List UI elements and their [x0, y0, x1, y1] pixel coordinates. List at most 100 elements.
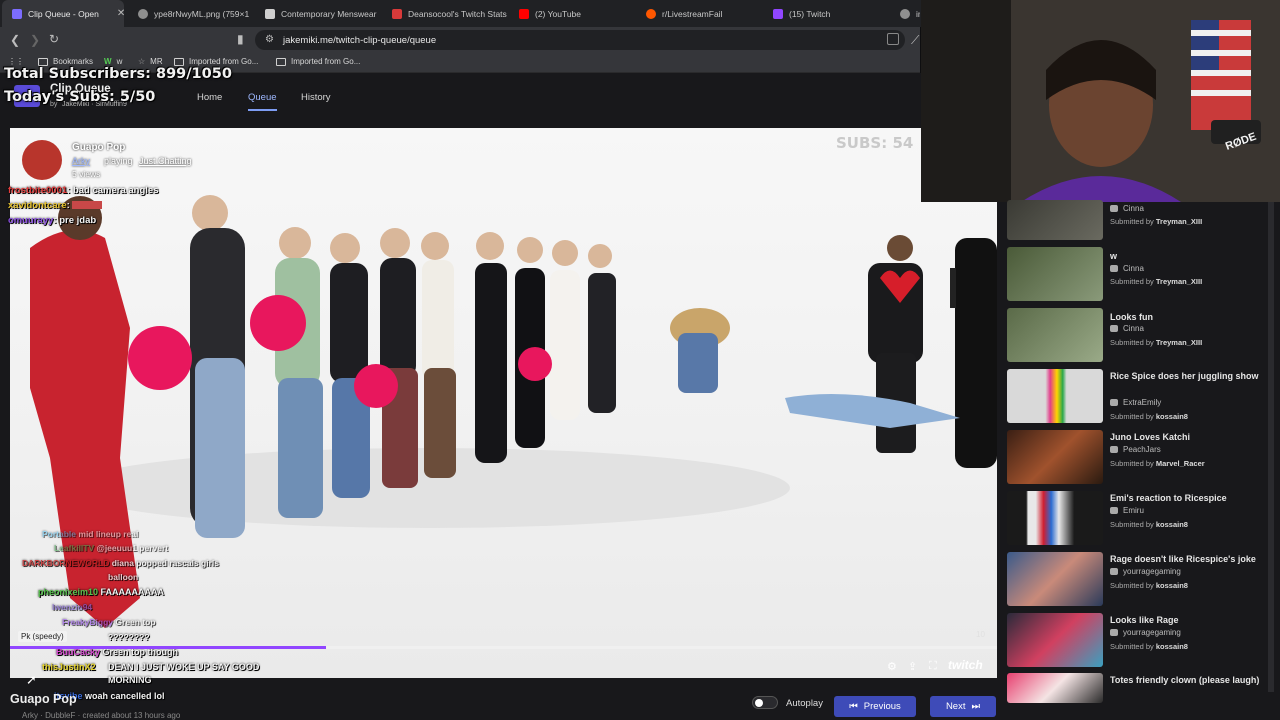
tab-label: (2) YouTube: [535, 8, 581, 19]
clip-category[interactable]: Just Chatting: [139, 156, 192, 166]
queue-item[interactable]: Emi's reaction to Ricespice Emiru Submit…: [1007, 491, 1272, 547]
chat-bubble-icon: [1110, 399, 1118, 406]
queue-item[interactable]: Looks like Rage yourragegaming Submitted…: [1007, 613, 1272, 669]
mr-favicon-icon: ☆: [138, 57, 146, 66]
queue-item-title: Emi's reaction to Ricespice: [1110, 493, 1227, 503]
bookmark-label: Imported from Go...: [189, 57, 259, 66]
bookmark-w[interactable]: W w: [104, 57, 122, 66]
queue-item[interactable]: Rage doesn't like Ricespice's joke yourr…: [1007, 552, 1272, 608]
queue-item-title: Rage doesn't like Ricespice's joke: [1110, 554, 1256, 564]
tab-menswear[interactable]: Contemporary Menswear: [255, 0, 382, 27]
bookmark-mr[interactable]: ☆ MR: [138, 57, 163, 66]
apps-icon[interactable]: ⋮⋮: [8, 57, 24, 66]
todays-subs-overlay: Today's Subs: 5/50: [4, 89, 156, 105]
clip-thumbnail: [1007, 613, 1103, 667]
queue-item[interactable]: w Cinna Submitted by Treyman_XIII: [1007, 247, 1272, 303]
next-button[interactable]: Next ⏭: [930, 696, 996, 717]
queue-item-title: Looks like Rage: [1110, 615, 1179, 625]
queue-item[interactable]: Rice Spice does her juggling show ExtraE…: [1007, 369, 1272, 425]
extension-icon[interactable]: [887, 33, 899, 45]
reload-icon[interactable]: ↻: [49, 32, 59, 46]
queue-item[interactable]: Juno Loves Katchi PeachJars Submitted by…: [1007, 430, 1272, 486]
clip-thumbnail: [1007, 491, 1103, 545]
folder-icon: [276, 57, 286, 66]
bookmark-imported-1[interactable]: Imported from Go...: [174, 57, 258, 66]
back-arrow-icon[interactable]: ❮: [10, 33, 20, 47]
queue-item[interactable]: Totes friendly clown (please laugh): [1007, 673, 1272, 703]
menu-icon[interactable]: ⟋: [911, 33, 919, 48]
clip-footer-meta: Arky · DubbleF · created about 13 hours …: [22, 711, 181, 720]
chat-username: Portable: [42, 529, 77, 539]
chat-username: pheonixeim10: [38, 587, 99, 597]
nav-queue[interactable]: Queue: [248, 92, 277, 111]
queue-item-title: Looks fun: [1110, 312, 1153, 322]
share-icon[interactable]: ⇪: [908, 660, 917, 673]
globe-icon: [138, 8, 148, 19]
tab-youtube[interactable]: (2) YouTube: [509, 0, 636, 27]
previous-button[interactable]: ⏮ Previous: [834, 696, 916, 717]
chat-username: DARKBORNEWORLD: [22, 558, 110, 568]
chat-text: pre jdab: [59, 215, 97, 226]
clip-thumbnail: [1007, 369, 1103, 423]
bookmark-label: Bookmarks: [53, 57, 94, 66]
video-progress-track[interactable]: [10, 646, 997, 649]
chat-message: LeafkillTV @jeeuuu1 pervert: [8, 542, 168, 555]
tab-image[interactable]: ype8rNwyML.png (759×1: [128, 0, 255, 27]
twitch-logo[interactable]: twitch: [948, 658, 983, 672]
tab-twitch[interactable]: (15) Twitch: [763, 0, 890, 27]
chat-text: ????????: [108, 632, 150, 642]
queue-item-submitter: Submitted by Treyman_XIII: [1110, 277, 1203, 286]
chat-bubble-icon: [1110, 265, 1118, 272]
clip-views: 5 views: [72, 169, 101, 179]
chat-bubble-icon: [1110, 325, 1118, 332]
chat-message: Portable mid lineup real: [8, 528, 138, 541]
tab-reddit[interactable]: r/LivestreamFail: [636, 0, 763, 27]
clip-thumbnail: [1007, 673, 1103, 703]
chat-message: thisJustinX2 DEAN I JUST WOKE UP SAY GOO…: [8, 661, 308, 685]
address-bar[interactable]: ⚙ jakemiki.me/twitch-clip-queue/queue: [255, 30, 905, 50]
queue-item-channel: yourragegaming: [1110, 567, 1181, 576]
chat-bubble-icon: [1110, 507, 1118, 514]
autoplay-toggle[interactable]: [752, 696, 778, 709]
chat-message: FreakyBiggy Green top: [8, 616, 156, 629]
bookmark-folder[interactable]: Bookmarks: [38, 57, 93, 66]
queue-item-channel: PeachJars: [1110, 445, 1161, 454]
queue-item-submitter: Submitted by kossain8: [1110, 642, 1188, 651]
bookmark-imported-2[interactable]: Imported from Go...: [276, 57, 360, 66]
clip-channel-name[interactable]: Guapo Pop: [72, 142, 125, 153]
queue-item-submitter: Submitted by kossain8: [1110, 520, 1188, 529]
close-tab-icon[interactable]: ✕: [117, 8, 124, 19]
skip-forward-icon: ⏭: [971, 701, 981, 712]
youtube-icon: [519, 8, 529, 19]
site-info-icon[interactable]: ⚙: [265, 34, 274, 45]
channel-avatar[interactable]: [22, 140, 62, 180]
chat-text: @jeeuuu1 pervert: [96, 543, 169, 553]
chat-text: balloon: [108, 572, 139, 582]
tab-clip-queue[interactable]: Clip Queue - Open ✕: [2, 0, 124, 27]
tab-label: Clip Queue - Open: [28, 8, 99, 19]
nav-history[interactable]: History: [301, 92, 331, 103]
toggle-knob: [755, 699, 763, 707]
tab-label: im: [916, 8, 920, 19]
fullscreen-icon[interactable]: ⛶: [929, 660, 937, 673]
nav-home[interactable]: Home: [197, 92, 222, 103]
next-label: Next: [945, 701, 966, 712]
skip-back-icon: ⏮: [849, 701, 858, 712]
queue-item-channel: ExtraEmily: [1110, 398, 1161, 407]
tab-twitch-stats[interactable]: Deansocool's Twitch Stats: [382, 0, 509, 27]
forward-arrow-icon[interactable]: ❯: [30, 33, 40, 47]
emote-icon: [72, 201, 103, 210]
site-favicon-icon: [265, 8, 275, 19]
queue-item-title: Juno Loves Katchi: [1110, 432, 1191, 442]
clip-submitter[interactable]: Arky: [72, 156, 90, 166]
chat-username: omuurayy: [8, 215, 54, 226]
globe-icon: [900, 8, 910, 19]
bookmark-icon[interactable]: ▮: [237, 32, 244, 46]
settings-gear-icon[interactable]: ⚙: [887, 660, 897, 673]
chat-username: LeafkillTV: [54, 543, 95, 553]
tab-more[interactable]: im: [890, 0, 920, 27]
queue-item-submitter: Submitted by Marvel_Racer: [1110, 459, 1205, 468]
queue-item[interactable]: Looks fun Cinna Submitted by Treyman_XII…: [1007, 308, 1272, 364]
w-favicon-icon: W: [104, 57, 112, 66]
previous-label: Previous: [863, 701, 901, 712]
